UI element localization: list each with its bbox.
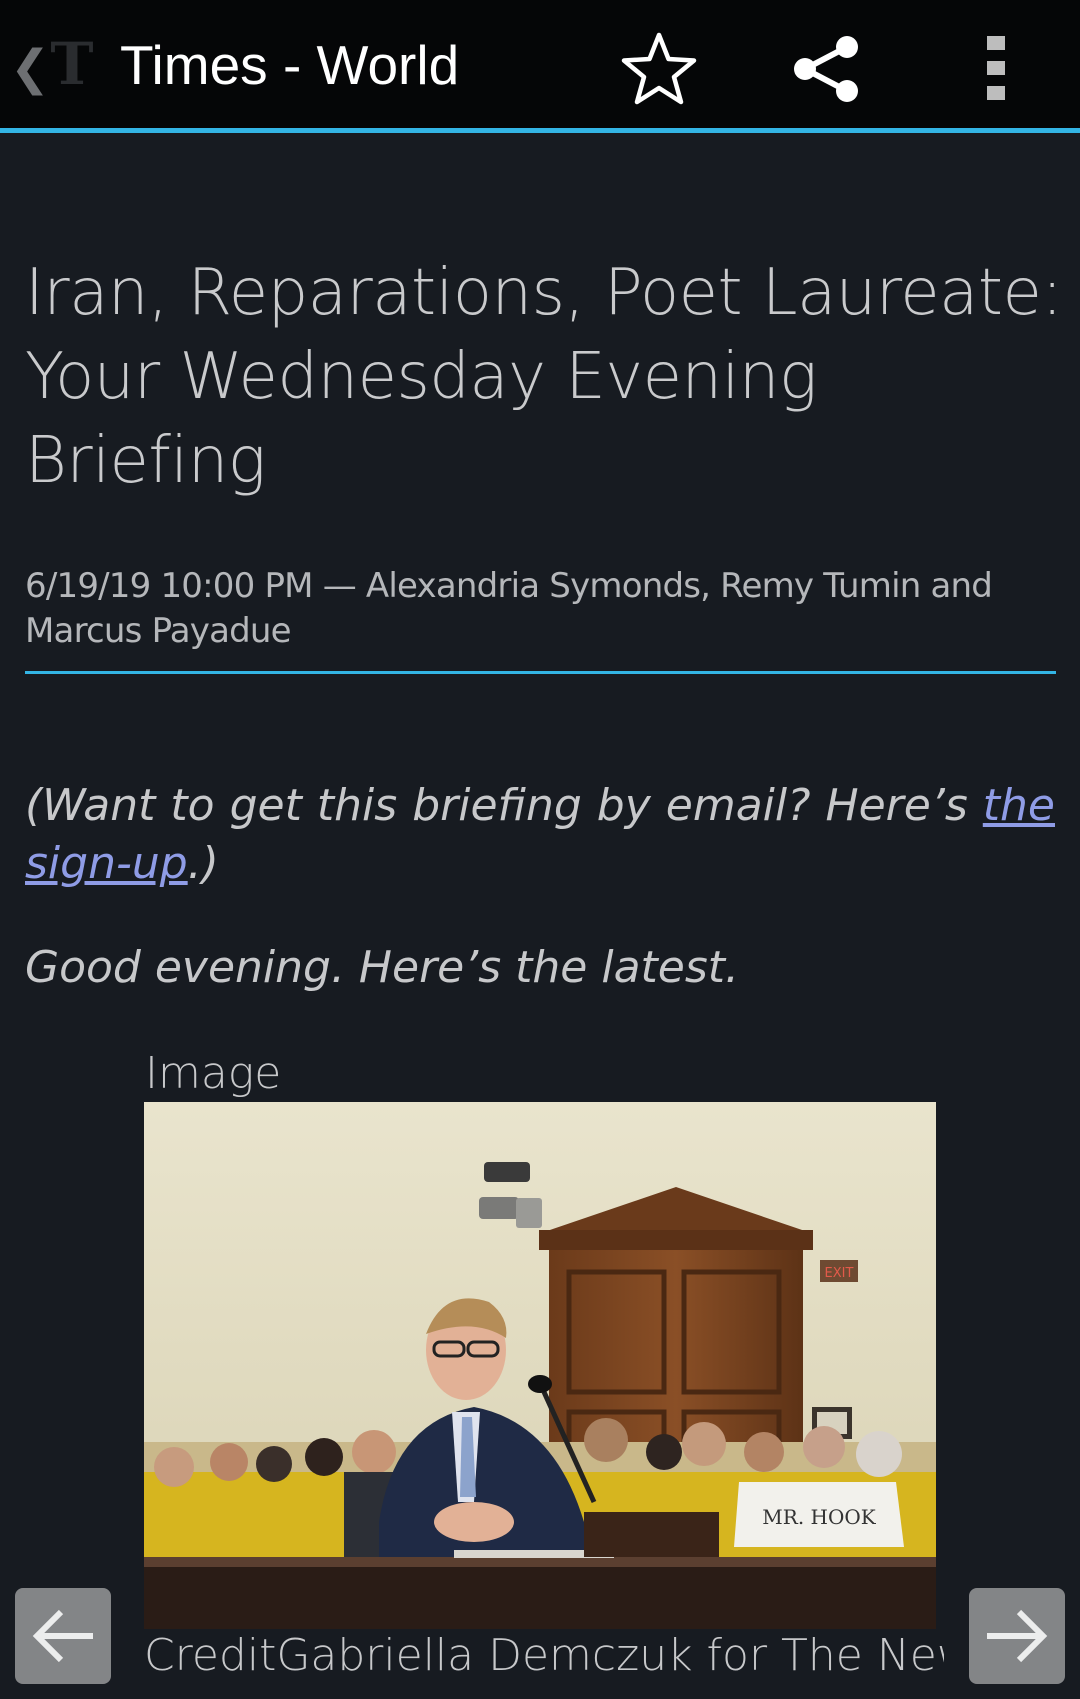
- byline-divider: [25, 671, 1056, 674]
- app-title: Times - World: [120, 34, 460, 96]
- email-signup-paragraph: (Want to get this briefing by email? Her…: [25, 777, 1055, 893]
- arrow-right-icon: [987, 1609, 1048, 1663]
- back-chevron-icon[interactable]: ❮: [10, 38, 50, 98]
- email-suffix-text: .): [187, 838, 219, 889]
- article-photo[interactable]: EXIT MR. HOOK: [144, 1102, 936, 1629]
- greeting-paragraph: Good evening. Here’s the latest.: [25, 942, 740, 993]
- more-vert-icon: [987, 36, 1005, 100]
- favorite-button[interactable]: [614, 24, 704, 114]
- name-card-text: MR. HOOK: [762, 1505, 876, 1529]
- hearing-photo-illustration: EXIT MR. HOOK: [144, 1102, 936, 1629]
- overflow-menu-button[interactable]: [952, 24, 1042, 114]
- article-headline: Iran, Reparations, Poet Laureate: Your W…: [25, 256, 1063, 498]
- nyt-logo-icon[interactable]: T: [46, 32, 98, 96]
- figure-label: Image: [145, 1048, 282, 1099]
- email-prompt-text: (Want to get this briefing by email? Her…: [25, 780, 983, 831]
- previous-article-button[interactable]: [15, 1588, 111, 1684]
- next-article-button[interactable]: [969, 1588, 1065, 1684]
- exit-sign-text: EXIT: [825, 1266, 854, 1281]
- article-byline: 6/19/19 10:00 PM — Alexandria Symonds, R…: [25, 566, 993, 651]
- photo-credit: CreditGabriella Demczuk for The New York…: [144, 1630, 944, 1681]
- share-button[interactable]: [782, 24, 872, 114]
- share-icon: [794, 36, 858, 102]
- arrow-left-icon: [32, 1609, 93, 1663]
- star-icon: [621, 32, 697, 105]
- app-bar: ❮ T Times - World: [0, 0, 1080, 133]
